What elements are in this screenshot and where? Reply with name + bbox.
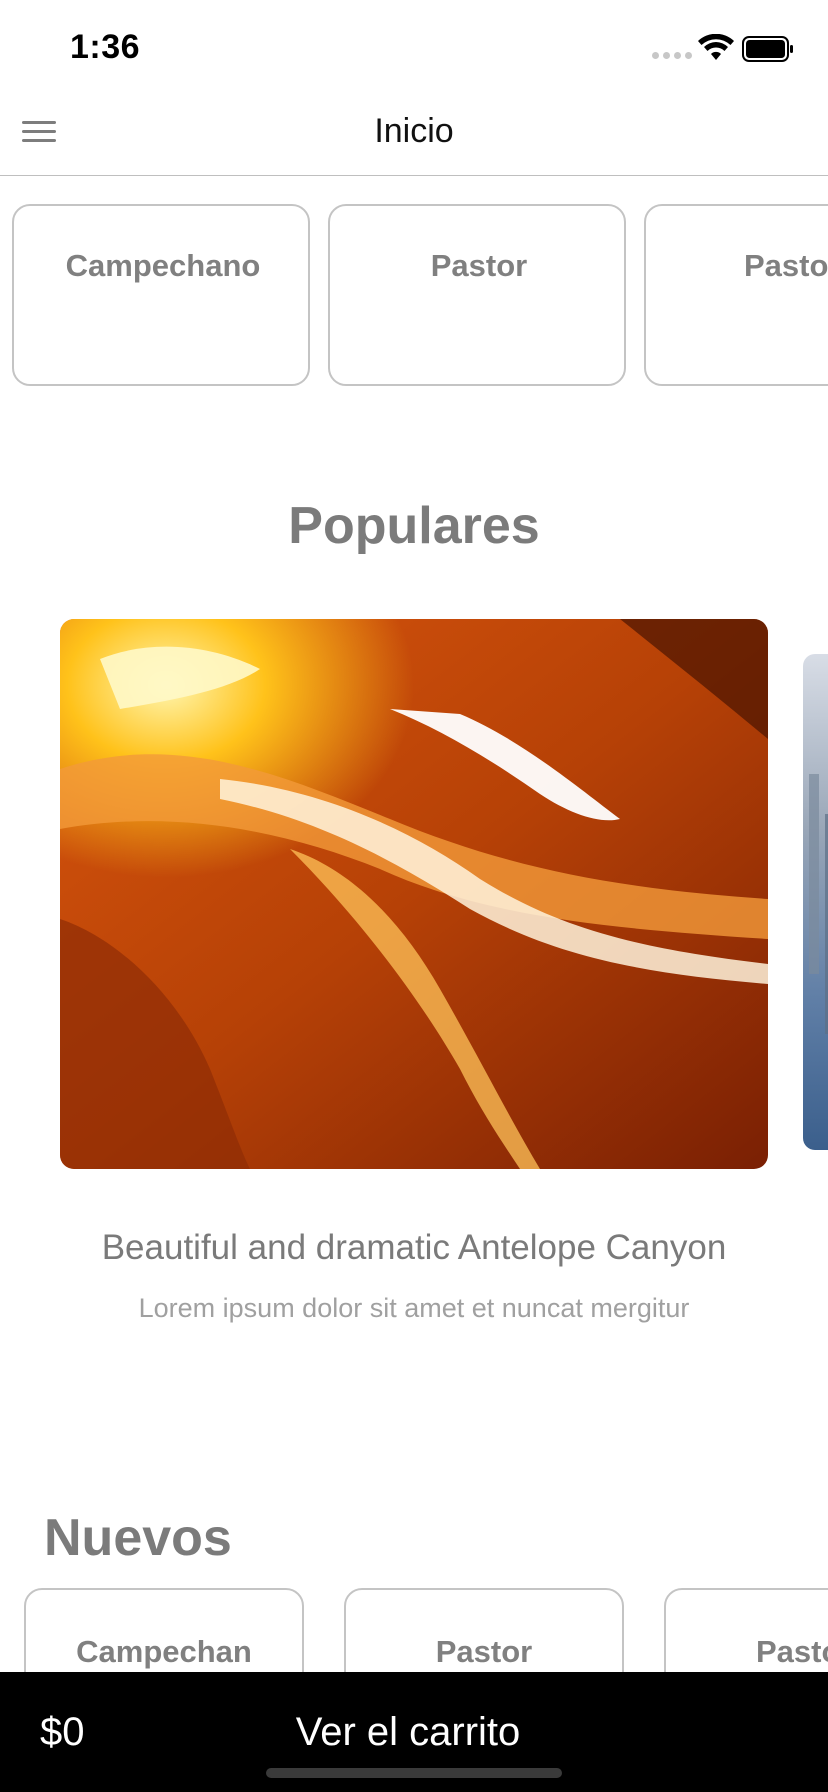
new-section-title: Nuevos	[44, 1509, 232, 1567]
status-bar: 1:36	[0, 0, 828, 92]
category-card-pastor-2[interactable]: Pasto	[644, 204, 828, 386]
category-label: Campechano	[65, 248, 261, 283]
featured-image-next-preview[interactable]	[803, 654, 828, 1150]
popular-section-title: Populares	[288, 497, 540, 555]
new-item-label: Campechan	[76, 1634, 252, 1669]
home-indicator[interactable]	[266, 1768, 562, 1778]
page-title: Inicio	[374, 112, 454, 150]
new-item-label: Pastor	[435, 1634, 533, 1669]
cellular-signal-icon	[652, 52, 692, 59]
wifi-icon	[698, 34, 734, 60]
battery-icon	[742, 36, 793, 62]
navigation-bar: Inicio	[0, 92, 828, 176]
view-cart-label: Ver el carrito	[295, 1710, 521, 1754]
featured-subtitle: Lorem ipsum dolor sit amet et nuncat mer…	[138, 1293, 690, 1323]
featured-image-antelope-canyon[interactable]	[60, 619, 768, 1169]
category-card-campechano[interactable]: Campechano	[12, 204, 310, 386]
category-label: Pastor	[430, 248, 528, 283]
category-card-pastor[interactable]: Pastor	[328, 204, 626, 386]
category-label: Pasto	[744, 248, 828, 283]
status-time: 1:36	[70, 28, 141, 66]
featured-caption: Beautiful and dramatic Antelope Canyon	[101, 1228, 727, 1267]
category-carousel[interactable]: Campechano Pastor Pasto	[0, 204, 828, 388]
new-item-label: Pasto	[756, 1634, 828, 1669]
